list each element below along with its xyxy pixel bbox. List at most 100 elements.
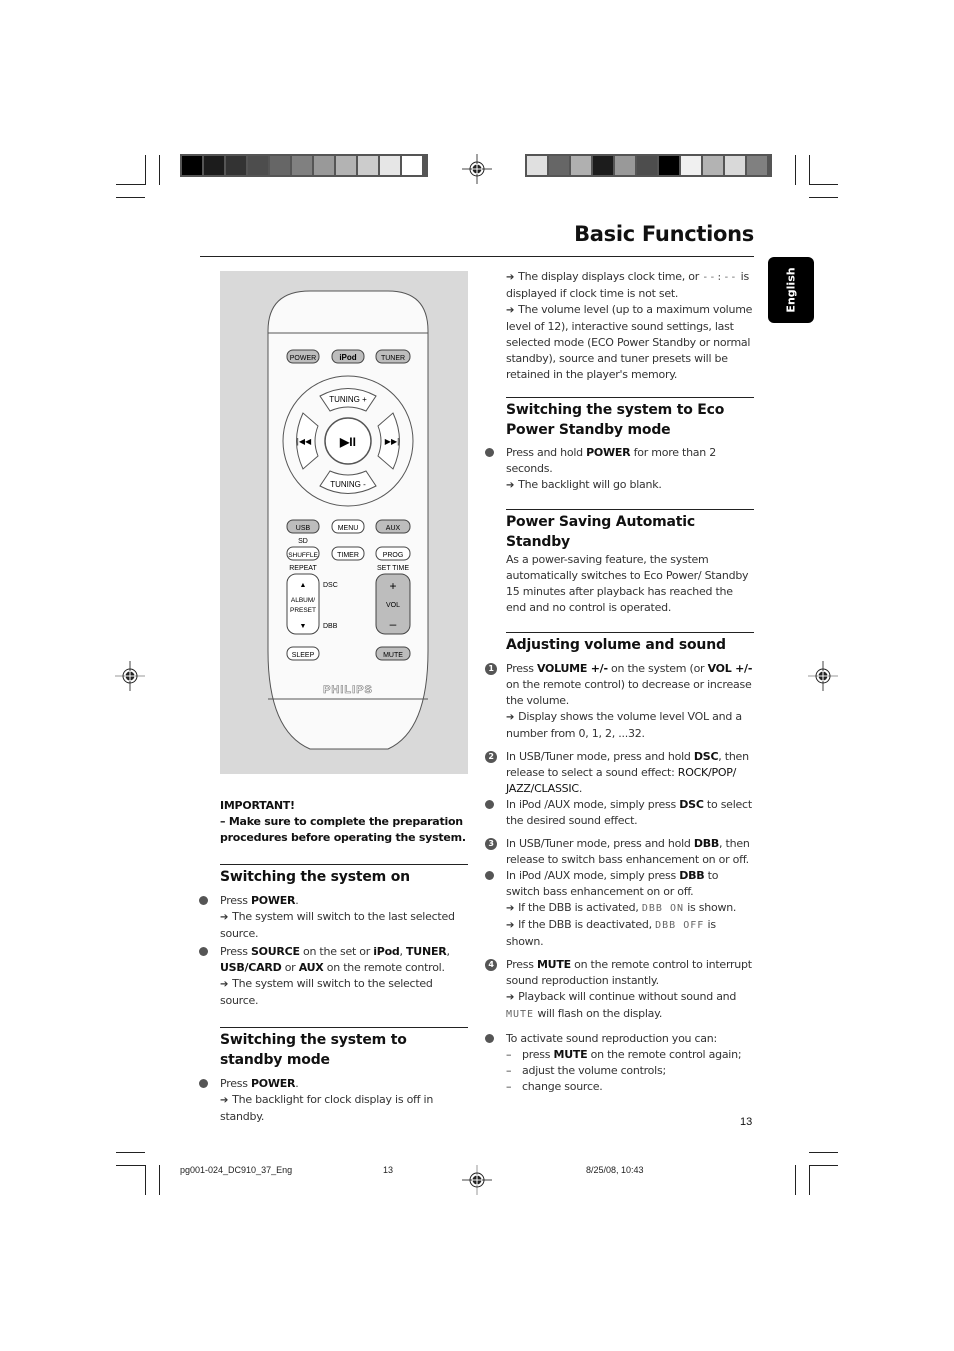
step-number-icon: 1 — [485, 663, 497, 675]
volume-rocker: + VOL – — [375, 573, 411, 635]
important-note: – Make sure to complete the preparation … — [220, 815, 466, 844]
color-swatch — [270, 156, 290, 175]
lcd-text: DBB ON — [641, 903, 684, 914]
text: or — [281, 961, 299, 974]
crop-mark — [809, 1152, 838, 1153]
bullet-icon — [485, 871, 494, 880]
intro-note: The volume level (up to a maximum volume… — [506, 302, 754, 383]
play-pause-icon: ▶II — [339, 435, 356, 449]
text: , — [446, 945, 450, 958]
result-text: The system will switch to the selected s… — [220, 976, 468, 1009]
bullet-icon — [485, 448, 494, 457]
vol-label: VOL — [386, 602, 400, 609]
text: In USB/Tuner mode, press and hold — [506, 837, 694, 850]
svg-text:▲: ▲ — [300, 582, 307, 589]
list-item: Press and hold POWER for more than 2 sec… — [485, 445, 754, 494]
sub-item: adjust the volume controls; — [506, 1063, 754, 1079]
lcd-text: MUTE — [506, 1009, 535, 1020]
sub-item: change source. — [506, 1079, 754, 1095]
result-text: The system will switch to the last selec… — [220, 909, 468, 942]
key-aux: AUX — [298, 961, 324, 974]
crop-mark — [116, 184, 145, 185]
text: . — [295, 1077, 299, 1090]
color-swatch — [292, 156, 312, 175]
color-swatch — [314, 156, 334, 175]
section-heading-standby: Switching the system to standby mode — [220, 1027, 468, 1070]
vol-plus-label: + — [389, 579, 396, 593]
registration-target-icon — [462, 154, 492, 184]
section-heading-switch-on: Switching the system on — [220, 864, 468, 887]
crop-mark — [159, 155, 160, 185]
remote-sd-label: SD — [298, 538, 308, 545]
left-column: IMPORTANT! – Make sure to complete the p… — [199, 798, 468, 1125]
color-swatch — [402, 156, 422, 175]
key-dbb: DBB — [679, 869, 705, 882]
dsc-label: DSC — [323, 582, 338, 589]
dbb-label: DBB — [323, 623, 338, 630]
text: To activate sound reproduction you can: — [506, 1032, 717, 1045]
slug-sheet: 13 — [383, 1165, 394, 1175]
key-usb-card: USB/CARD — [220, 961, 282, 974]
result-text: MUTE will flash on the display. — [506, 1006, 754, 1023]
list-item: Press POWER. The system will switch to t… — [199, 893, 468, 942]
text: . — [295, 894, 299, 907]
color-swatch — [703, 156, 723, 175]
crop-mark — [795, 155, 796, 185]
text: is shown. — [684, 901, 737, 914]
bullet-icon — [199, 896, 208, 905]
next-icon: ▶▶| — [385, 437, 399, 446]
text: on the remote control) to decrease or in… — [506, 678, 752, 707]
remote-set-time-label: SET TIME — [377, 565, 409, 572]
step-number-icon: 2 — [485, 751, 497, 763]
right-column: The display displays clock time, or --:-… — [485, 269, 754, 1095]
remote-shuffle-label: SHUFFLE — [288, 552, 318, 559]
key-power: POWER — [250, 1077, 296, 1090]
key-power: POWER — [250, 894, 296, 907]
remote-mute-label: MUTE — [383, 652, 403, 659]
section-heading-eco-standby: Switching the system to Eco Power Standb… — [506, 397, 754, 440]
key-dsc: DSC — [679, 798, 704, 811]
key-dsc: DSC — [693, 750, 719, 763]
key-source: SOURCE — [250, 945, 300, 958]
slug-datetime: 8/25/08, 10:43 — [586, 1165, 644, 1175]
key-tuner: TUNER — [406, 945, 447, 958]
remote-timer-label: TIMER — [337, 552, 359, 559]
crop-mark — [809, 155, 810, 185]
result-text: The backlight will go blank. — [506, 477, 754, 494]
sub-item: press MUTE on the remote control again; — [506, 1047, 754, 1063]
result-text: If the DBB is activated, DBB ON is shown… — [506, 900, 754, 917]
color-swatch — [204, 156, 224, 175]
text: . — [578, 782, 583, 795]
text: Press and hold — [506, 446, 587, 459]
crop-mark — [116, 1152, 145, 1153]
registration-target-icon — [808, 661, 838, 691]
section-heading-auto-standby: Power Saving Automatic Standby — [506, 509, 754, 552]
text: on the remote control again; — [587, 1048, 742, 1061]
crop-mark — [116, 1165, 145, 1166]
remote-control: POWER iPod TUNER TUNING + TUNING - |◀◀ ▶… — [267, 290, 429, 750]
preset-label: PRESET — [290, 607, 316, 614]
vol-minus-label: – — [390, 617, 397, 631]
navigation-ring: TUNING + TUNING - |◀◀ ▶▶| ▶II — [282, 375, 414, 507]
remote-menu-label: MENU — [338, 525, 359, 532]
page-number: 13 — [740, 1116, 753, 1128]
important-title: IMPORTANT! — [220, 799, 295, 812]
previous-icon: |◀◀ — [297, 437, 312, 446]
color-swatch — [336, 156, 356, 175]
text: In iPod /AUX mode, simply press — [506, 798, 680, 811]
color-swatch — [380, 156, 400, 175]
color-swatch — [747, 156, 767, 175]
color-swatch — [527, 156, 547, 175]
text: In USB/Tuner mode, press and hold — [506, 750, 694, 763]
step-number-icon: 4 — [485, 959, 497, 971]
text: The display displays clock time, or — [506, 270, 699, 283]
text: Press — [220, 894, 251, 907]
key-power: POWER — [586, 446, 631, 459]
text: In iPod /AUX mode, simply press — [506, 869, 680, 882]
registration-target-icon — [462, 1165, 492, 1195]
color-swatch — [571, 156, 591, 175]
color-calibration-bar-left — [180, 154, 428, 177]
text: If the DBB is deactivated, — [506, 918, 655, 931]
page-title: Basic Functions — [574, 222, 754, 246]
key-volume: VOLUME +/- — [536, 662, 608, 675]
